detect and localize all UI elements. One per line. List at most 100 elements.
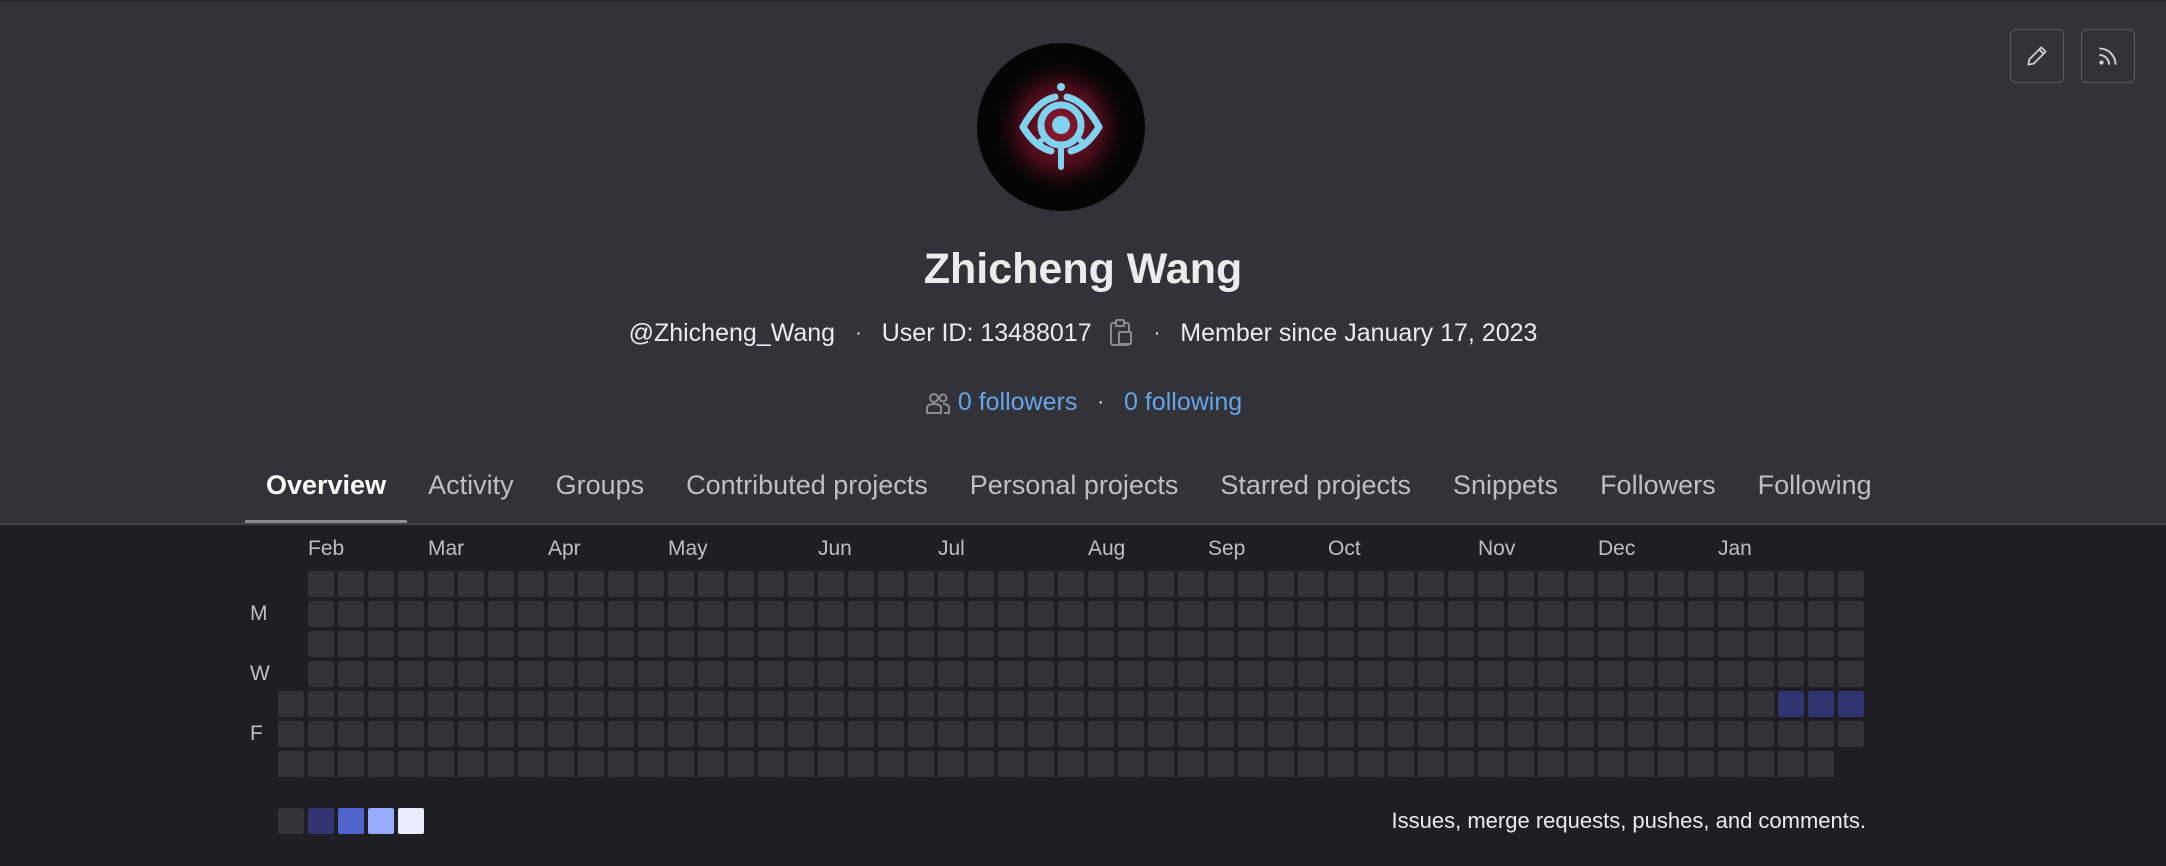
calendar-day-cell[interactable] xyxy=(878,571,904,597)
calendar-day-cell[interactable] xyxy=(848,631,874,657)
calendar-day-cell[interactable] xyxy=(998,691,1024,717)
calendar-day-cell[interactable] xyxy=(698,601,724,627)
calendar-day-cell[interactable] xyxy=(1838,721,1864,747)
calendar-day-cell[interactable] xyxy=(338,691,364,717)
calendar-day-cell[interactable] xyxy=(1418,751,1444,777)
calendar-day-cell[interactable] xyxy=(1598,631,1624,657)
calendar-day-cell[interactable] xyxy=(458,601,484,627)
calendar-day-cell[interactable] xyxy=(698,721,724,747)
calendar-day-cell[interactable] xyxy=(1478,631,1504,657)
calendar-day-cell[interactable] xyxy=(1778,661,1804,687)
calendar-day-cell[interactable] xyxy=(788,691,814,717)
calendar-day-cell[interactable] xyxy=(1388,571,1414,597)
calendar-day-cell[interactable] xyxy=(458,571,484,597)
calendar-day-cell[interactable] xyxy=(1808,601,1834,627)
calendar-day-cell[interactable] xyxy=(1748,691,1774,717)
calendar-day-cell[interactable] xyxy=(728,751,754,777)
calendar-day-cell[interactable] xyxy=(1748,571,1774,597)
calendar-day-cell[interactable] xyxy=(1298,571,1324,597)
calendar-day-cell[interactable] xyxy=(1478,571,1504,597)
calendar-day-cell[interactable] xyxy=(548,631,574,657)
calendar-day-cell[interactable] xyxy=(488,661,514,687)
calendar-day-cell[interactable] xyxy=(638,691,664,717)
calendar-day-cell[interactable] xyxy=(1208,601,1234,627)
calendar-day-cell[interactable] xyxy=(1268,691,1294,717)
calendar-day-cell[interactable] xyxy=(638,661,664,687)
calendar-day-cell[interactable] xyxy=(1148,601,1174,627)
calendar-day-cell[interactable] xyxy=(818,751,844,777)
calendar-day-cell[interactable] xyxy=(578,721,604,747)
calendar-day-cell[interactable] xyxy=(1538,751,1564,777)
calendar-day-cell[interactable] xyxy=(1688,631,1714,657)
calendar-day-cell[interactable] xyxy=(1358,691,1384,717)
calendar-day-cell[interactable] xyxy=(398,601,424,627)
calendar-day-cell[interactable] xyxy=(818,661,844,687)
calendar-day-cell[interactable] xyxy=(1328,601,1354,627)
calendar-day-cell[interactable] xyxy=(1838,691,1864,717)
calendar-day-cell[interactable] xyxy=(1298,631,1324,657)
calendar-day-cell[interactable] xyxy=(518,571,544,597)
calendar-day-cell[interactable] xyxy=(848,751,874,777)
calendar-day-cell[interactable] xyxy=(1148,721,1174,747)
calendar-day-cell[interactable] xyxy=(578,751,604,777)
calendar-day-cell[interactable] xyxy=(1328,691,1354,717)
calendar-day-cell[interactable] xyxy=(1178,571,1204,597)
calendar-day-cell[interactable] xyxy=(638,571,664,597)
calendar-day-cell[interactable] xyxy=(1178,601,1204,627)
calendar-day-cell[interactable] xyxy=(908,691,934,717)
calendar-day-cell[interactable] xyxy=(1568,691,1594,717)
calendar-day-cell[interactable] xyxy=(1058,751,1084,777)
calendar-day-cell[interactable] xyxy=(398,691,424,717)
calendar-day-cell[interactable] xyxy=(998,721,1024,747)
calendar-day-cell[interactable] xyxy=(938,661,964,687)
calendar-day-cell[interactable] xyxy=(1418,691,1444,717)
calendar-day-cell[interactable] xyxy=(1658,601,1684,627)
calendar-day-cell[interactable] xyxy=(1298,751,1324,777)
calendar-day-cell[interactable] xyxy=(728,661,754,687)
calendar-day-cell[interactable] xyxy=(608,691,634,717)
calendar-day-cell[interactable] xyxy=(488,691,514,717)
calendar-day-cell[interactable] xyxy=(428,751,454,777)
calendar-day-cell[interactable] xyxy=(1568,571,1594,597)
calendar-day-cell[interactable] xyxy=(1358,601,1384,627)
calendar-day-cell[interactable] xyxy=(1508,571,1534,597)
calendar-day-cell[interactable] xyxy=(1838,571,1864,597)
tab-activity[interactable]: Activity xyxy=(407,460,535,514)
calendar-day-cell[interactable] xyxy=(818,631,844,657)
calendar-day-cell[interactable] xyxy=(1088,721,1114,747)
calendar-day-cell[interactable] xyxy=(1358,631,1384,657)
calendar-day-cell[interactable] xyxy=(1448,751,1474,777)
calendar-day-cell[interactable] xyxy=(398,751,424,777)
calendar-day-cell[interactable] xyxy=(1628,661,1654,687)
calendar-day-cell[interactable] xyxy=(758,721,784,747)
calendar-day-cell[interactable] xyxy=(308,721,334,747)
calendar-day-cell[interactable] xyxy=(488,601,514,627)
calendar-day-cell[interactable] xyxy=(1028,661,1054,687)
calendar-day-cell[interactable] xyxy=(878,601,904,627)
calendar-day-cell[interactable] xyxy=(1688,751,1714,777)
calendar-day-cell[interactable] xyxy=(1838,601,1864,627)
calendar-day-cell[interactable] xyxy=(518,601,544,627)
calendar-day-cell[interactable] xyxy=(1148,631,1174,657)
calendar-day-cell[interactable] xyxy=(1298,661,1324,687)
calendar-day-cell[interactable] xyxy=(728,601,754,627)
calendar-day-cell[interactable] xyxy=(368,601,394,627)
calendar-day-cell[interactable] xyxy=(1508,601,1534,627)
calendar-day-cell[interactable] xyxy=(1688,721,1714,747)
calendar-day-cell[interactable] xyxy=(1238,691,1264,717)
calendar-day-cell[interactable] xyxy=(608,601,634,627)
calendar-day-cell[interactable] xyxy=(458,631,484,657)
calendar-day-cell[interactable] xyxy=(308,631,334,657)
calendar-day-cell[interactable] xyxy=(1718,751,1744,777)
calendar-day-cell[interactable] xyxy=(608,721,634,747)
calendar-day-cell[interactable] xyxy=(1748,661,1774,687)
calendar-day-cell[interactable] xyxy=(998,601,1024,627)
calendar-day-cell[interactable] xyxy=(1178,631,1204,657)
calendar-day-cell[interactable] xyxy=(1118,661,1144,687)
calendar-day-cell[interactable] xyxy=(878,751,904,777)
calendar-day-cell[interactable] xyxy=(548,661,574,687)
calendar-day-cell[interactable] xyxy=(278,691,304,717)
calendar-day-cell[interactable] xyxy=(1478,751,1504,777)
calendar-day-cell[interactable] xyxy=(758,631,784,657)
calendar-day-cell[interactable] xyxy=(818,571,844,597)
